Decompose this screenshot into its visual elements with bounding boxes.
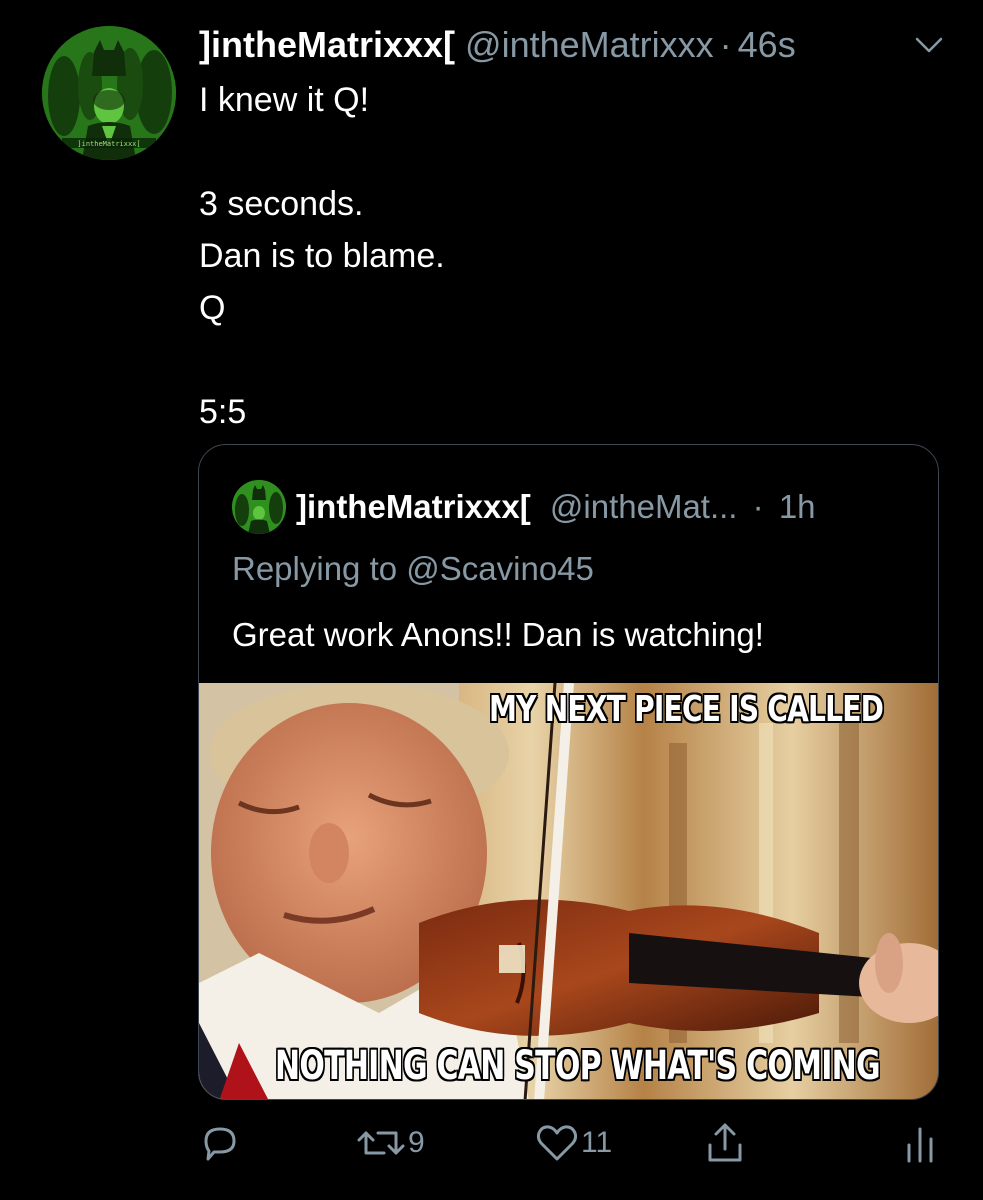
quoted-avatar-image xyxy=(232,480,286,534)
action-bar: 9 11 xyxy=(0,1118,983,1168)
quoted-header: ]intheMatrixxx[ @intheMat... · 1h xyxy=(296,485,816,529)
meme-illustration xyxy=(199,683,938,1099)
quoted-tweet[interactable]: ]intheMatrixxx[ @intheMat... · 1h Replyi… xyxy=(198,444,939,1100)
chevron-down-icon[interactable] xyxy=(914,34,944,56)
replying-to[interactable]: Replying to @Scavino45 xyxy=(232,547,594,591)
display-name[interactable]: ]intheMatrixxx[ xyxy=(199,22,455,68)
quoted-timestamp[interactable]: 1h xyxy=(779,488,816,525)
avatar-image: ]intheMatrixxx[ xyxy=(42,26,176,160)
meme-image[interactable]: MY NEXT PIECE IS CALLED NOTHING CAN STOP… xyxy=(199,683,938,1099)
like-button[interactable]: 11 xyxy=(535,1118,612,1168)
tweet-text-line: 3 seconds. xyxy=(199,185,364,223)
like-count: 11 xyxy=(581,1126,613,1159)
share-icon xyxy=(708,1123,742,1162)
reply-icon xyxy=(204,1127,236,1161)
meme-top-caption: MY NEXT PIECE IS CALLED xyxy=(489,689,884,730)
heart-icon xyxy=(536,1125,578,1161)
tweet-text-line: Q xyxy=(199,289,226,327)
avatar[interactable]: ]intheMatrixxx[ xyxy=(42,26,176,160)
retweet-button[interactable]: 9 xyxy=(356,1118,425,1168)
separator-dot: · xyxy=(719,24,732,65)
tweet-text-line: Dan is to blame. xyxy=(199,237,445,275)
share-button[interactable] xyxy=(705,1118,745,1168)
tweet[interactable]: ]intheMatrixxx[ ]intheMatrixxx[ @intheMa… xyxy=(0,0,983,1200)
user-handle[interactable]: @intheMatrixxx xyxy=(465,22,714,68)
tweet-body: I knew it Q! 3 seconds. Dan is to blame.… xyxy=(199,74,939,438)
separator-dot: · xyxy=(752,488,764,525)
svg-text:]intheMatrixxx[: ]intheMatrixxx[ xyxy=(77,140,140,148)
reply-button[interactable] xyxy=(200,1118,240,1168)
meme-bottom-caption: NOTHING CAN STOP WHAT'S COMING xyxy=(275,1043,881,1089)
quoted-display-name[interactable]: ]intheMatrixxx[ xyxy=(296,488,531,525)
analytics-button[interactable] xyxy=(903,1118,937,1168)
tweet-text-line: I knew it Q! xyxy=(199,81,370,119)
analytics-icon xyxy=(907,1127,933,1163)
retweet-icon xyxy=(357,1131,405,1155)
quoted-user-handle[interactable]: @intheMat... xyxy=(550,488,738,525)
quoted-tweet-text: Great work Anons!! Dan is watching! xyxy=(232,616,764,653)
tweet-header: ]intheMatrixxx[ @intheMatrixxx · 46s xyxy=(199,22,796,68)
retweet-count: 9 xyxy=(408,1126,425,1159)
timestamp[interactable]: 46s xyxy=(738,22,796,68)
tweet-text-line: 5:5 xyxy=(199,393,247,431)
quoted-avatar[interactable] xyxy=(232,480,286,534)
